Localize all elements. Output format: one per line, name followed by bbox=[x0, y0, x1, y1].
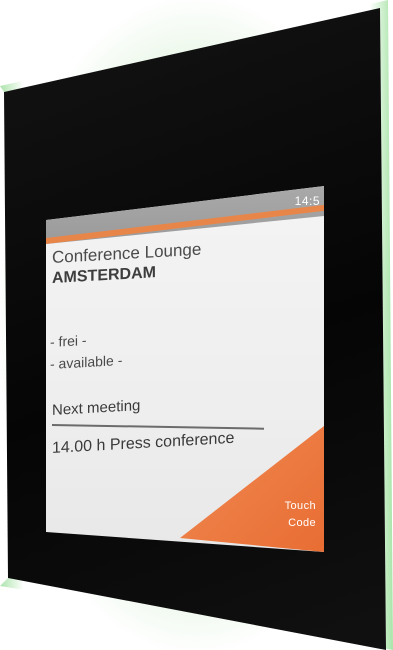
room-location: AMSTERDAM bbox=[52, 264, 156, 287]
touch-code-line2: Code bbox=[288, 517, 316, 529]
scene: 14:5 Conference Lounge AMSTERDAM - frei … bbox=[0, 0, 393, 650]
touch-code-label: Touch Code bbox=[285, 498, 316, 532]
next-meeting-event: 14.00 h Press conference bbox=[52, 429, 235, 457]
next-meeting-divider bbox=[52, 424, 264, 430]
status-german: - frei - bbox=[50, 331, 87, 350]
display-screen: 14:5 Conference Lounge AMSTERDAM - frei … bbox=[46, 186, 324, 552]
room-name: Conference Lounge bbox=[52, 239, 202, 267]
status-english: - available - bbox=[50, 351, 123, 372]
next-meeting-label: Next meeting bbox=[52, 397, 141, 419]
touch-code-line1: Touch bbox=[284, 500, 316, 512]
